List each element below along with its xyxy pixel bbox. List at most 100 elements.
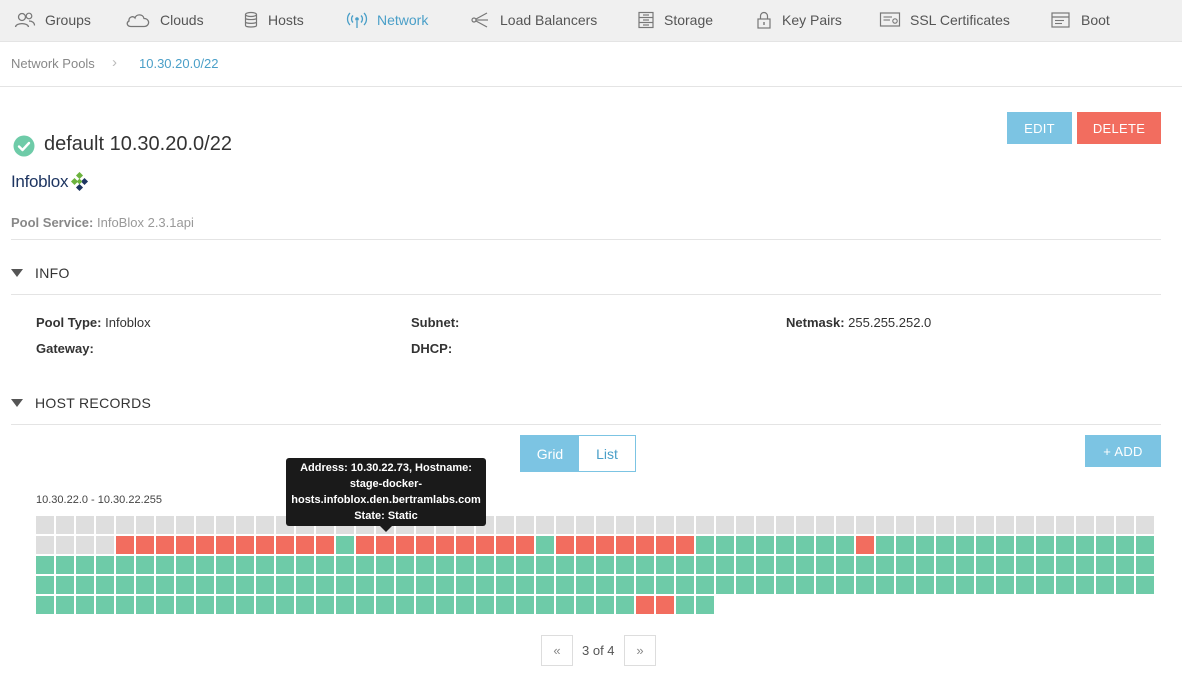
address-cell-free[interactable]: [856, 516, 874, 534]
address-cell-used[interactable]: [896, 536, 914, 554]
address-cell-free[interactable]: [936, 516, 954, 534]
address-cell-used[interactable]: [996, 556, 1014, 574]
address-cell-static[interactable]: [196, 536, 214, 554]
address-cell-used[interactable]: [1056, 536, 1074, 554]
address-cell-used[interactable]: [836, 556, 854, 574]
address-cell-used[interactable]: [416, 556, 434, 574]
address-cell-free[interactable]: [1116, 516, 1134, 534]
address-cell-used[interactable]: [96, 556, 114, 574]
address-cell-free[interactable]: [916, 516, 934, 534]
address-cell-used[interactable]: [376, 596, 394, 614]
address-cell-free[interactable]: [96, 516, 114, 534]
address-cell-free[interactable]: [236, 516, 254, 534]
address-cell-static[interactable]: [136, 536, 154, 554]
address-cell-used[interactable]: [1096, 576, 1114, 594]
address-cell-used[interactable]: [476, 596, 494, 614]
address-cell-used[interactable]: [876, 536, 894, 554]
address-cell-static[interactable]: [156, 536, 174, 554]
address-cell-used[interactable]: [536, 576, 554, 594]
address-cell-used[interactable]: [1016, 556, 1034, 574]
address-cell-used[interactable]: [456, 576, 474, 594]
address-cell-used[interactable]: [276, 556, 294, 574]
address-cell-used[interactable]: [1056, 576, 1074, 594]
address-cell-static[interactable]: [576, 536, 594, 554]
address-cell-used[interactable]: [776, 536, 794, 554]
address-cell-used[interactable]: [516, 596, 534, 614]
nav-item-hosts[interactable]: Hosts: [243, 0, 304, 40]
address-cell-free[interactable]: [96, 536, 114, 554]
address-cell-static[interactable]: [256, 536, 274, 554]
address-cell-used[interactable]: [996, 536, 1014, 554]
address-cell-used[interactable]: [36, 596, 54, 614]
address-cell-used[interactable]: [416, 596, 434, 614]
address-cell-used[interactable]: [1016, 536, 1034, 554]
address-cell-free[interactable]: [216, 516, 234, 534]
address-cell-free[interactable]: [176, 516, 194, 534]
address-cell-used[interactable]: [156, 596, 174, 614]
address-cell-used[interactable]: [496, 576, 514, 594]
address-cell-used[interactable]: [276, 576, 294, 594]
address-cell-free[interactable]: [596, 516, 614, 534]
address-cell-used[interactable]: [236, 556, 254, 574]
nav-item-boot[interactable]: Boot: [1050, 0, 1110, 40]
address-cell-used[interactable]: [796, 576, 814, 594]
address-cell-free[interactable]: [736, 516, 754, 534]
address-cell-used[interactable]: [716, 576, 734, 594]
address-cell-used[interactable]: [76, 576, 94, 594]
address-cell-used[interactable]: [776, 556, 794, 574]
address-cell-used[interactable]: [176, 556, 194, 574]
address-cell-free[interactable]: [696, 516, 714, 534]
pager-prev-button[interactable]: «: [541, 635, 573, 666]
address-cell-used[interactable]: [596, 576, 614, 594]
address-cell-free[interactable]: [636, 516, 654, 534]
address-cell-used[interactable]: [796, 556, 814, 574]
address-cell-used[interactable]: [956, 576, 974, 594]
address-cell-used[interactable]: [576, 596, 594, 614]
address-cell-static[interactable]: [596, 536, 614, 554]
address-cell-used[interactable]: [816, 576, 834, 594]
address-cell-used[interactable]: [96, 576, 114, 594]
address-cell-free[interactable]: [496, 516, 514, 534]
info-section-toggle[interactable]: INFO: [11, 265, 70, 281]
address-cell-used[interactable]: [56, 576, 74, 594]
address-cell-free[interactable]: [76, 516, 94, 534]
address-cell-used[interactable]: [876, 576, 894, 594]
address-cell-free[interactable]: [896, 516, 914, 534]
address-cell-used[interactable]: [336, 596, 354, 614]
address-cell-free[interactable]: [616, 516, 634, 534]
address-cell-used[interactable]: [696, 576, 714, 594]
address-cell-used[interactable]: [316, 596, 334, 614]
address-cell-used[interactable]: [516, 576, 534, 594]
address-cell-used[interactable]: [176, 596, 194, 614]
address-cell-used[interactable]: [76, 556, 94, 574]
address-cell-static[interactable]: [856, 536, 874, 554]
address-cell-used[interactable]: [56, 556, 74, 574]
address-cell-used[interactable]: [416, 576, 434, 594]
address-cell-used[interactable]: [1056, 556, 1074, 574]
address-cell-used[interactable]: [1136, 556, 1154, 574]
address-cell-used[interactable]: [456, 556, 474, 574]
address-cell-used[interactable]: [696, 556, 714, 574]
address-cell-used[interactable]: [716, 536, 734, 554]
address-cell-used[interactable]: [336, 556, 354, 574]
address-cell-used[interactable]: [756, 556, 774, 574]
address-cell-static[interactable]: [356, 536, 374, 554]
address-cell-static[interactable]: [676, 536, 694, 554]
nav-item-key-pairs[interactable]: Key Pairs: [755, 0, 842, 40]
host-records-section-toggle[interactable]: HOST RECORDS: [11, 395, 151, 411]
address-cell-used[interactable]: [256, 556, 274, 574]
address-cell-used[interactable]: [956, 536, 974, 554]
address-cell-free[interactable]: [656, 516, 674, 534]
address-cell-static[interactable]: [296, 536, 314, 554]
address-cell-static[interactable]: [476, 536, 494, 554]
address-cell-used[interactable]: [216, 556, 234, 574]
address-cell-static[interactable]: [216, 536, 234, 554]
address-cell-used[interactable]: [976, 556, 994, 574]
address-cell-used[interactable]: [836, 576, 854, 594]
address-cell-used[interactable]: [296, 596, 314, 614]
address-cell-used[interactable]: [1136, 576, 1154, 594]
address-cell-used[interactable]: [116, 596, 134, 614]
address-cell-free[interactable]: [1136, 516, 1154, 534]
address-cell-used[interactable]: [256, 596, 274, 614]
address-cell-used[interactable]: [616, 576, 634, 594]
